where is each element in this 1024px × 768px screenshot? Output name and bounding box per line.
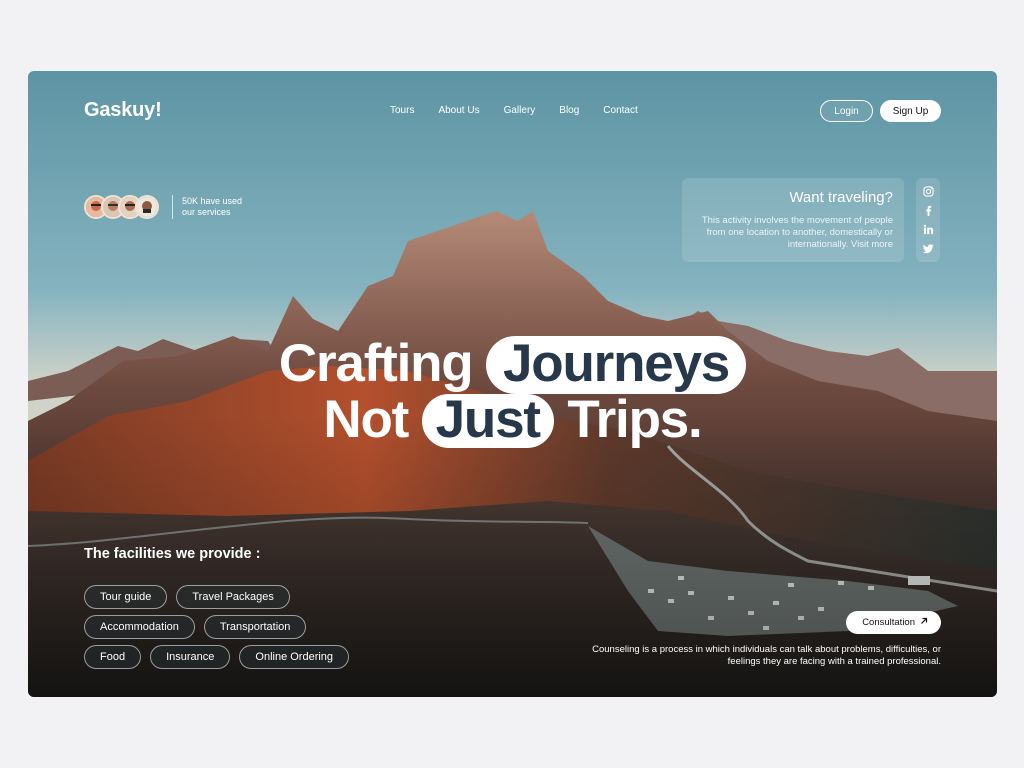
hero-section: Gaskuy! Tours About Us Gallery Blog Cont… <box>28 71 997 697</box>
nav-tours[interactable]: Tours <box>390 105 414 116</box>
brand-logo[interactable]: Gaskuy! <box>84 99 162 122</box>
tag-food[interactable]: Food <box>84 645 142 669</box>
headline-pill-journeys: Journeys <box>486 336 747 394</box>
nav-gallery[interactable]: Gallery <box>504 105 536 116</box>
signup-button[interactable]: Sign Up <box>880 100 941 122</box>
avatar <box>135 195 159 219</box>
info-title: Want traveling? <box>789 189 893 206</box>
tag-insurance[interactable]: Insurance <box>150 645 231 669</box>
users-count-text: 50K have used our services <box>182 196 243 217</box>
tag-row: Tour guide Travel Packages <box>84 585 404 609</box>
nav-blog[interactable]: Blog <box>559 105 579 116</box>
instagram-icon[interactable] <box>922 185 934 197</box>
facility-tags: Tour guide Travel Packages Accommodation… <box>84 585 404 675</box>
login-button[interactable]: Login <box>820 100 873 122</box>
twitter-icon[interactable] <box>922 243 934 255</box>
consultation-label: Consultation <box>862 617 915 628</box>
tag-online-ordering[interactable]: Online Ordering <box>239 645 350 669</box>
linkedin-icon[interactable] <box>922 224 934 236</box>
user-count-block: 50K have used our services <box>84 195 252 219</box>
info-card: Want traveling? This activity involves t… <box>682 178 904 262</box>
facebook-icon[interactable] <box>922 204 934 216</box>
main-nav: Tours About Us Gallery Blog Contact <box>390 105 638 116</box>
consultation-button[interactable]: Consultation <box>846 611 941 634</box>
tag-tour-guide[interactable]: Tour guide <box>84 585 168 609</box>
tag-accommodation[interactable]: Accommodation <box>84 615 195 639</box>
consultation-description: Counseling is a process in which individ… <box>592 644 941 667</box>
headline-pill-just: Just <box>421 393 554 448</box>
nav-contact[interactable]: Contact <box>603 105 637 116</box>
arrow-up-right-icon <box>920 617 928 628</box>
tag-travel-packages[interactable]: Travel Packages <box>176 585 290 609</box>
divider <box>172 195 173 219</box>
facilities-title: The facilities we provide : <box>84 546 261 562</box>
social-links <box>916 178 940 262</box>
info-body[interactable]: This activity involves the movement of p… <box>693 215 893 251</box>
tag-row: Food Insurance Online Ordering <box>84 645 404 669</box>
tag-row: Accommodation Transportation <box>84 615 404 639</box>
headline-line-2: Not Just Trips. <box>28 389 997 450</box>
headline-line-1: Crafting Journeys <box>28 333 997 394</box>
tag-transportation[interactable]: Transportation <box>203 615 307 639</box>
auth-buttons: Login Sign Up <box>820 100 941 122</box>
nav-about-us[interactable]: About Us <box>438 105 479 116</box>
headline-word-crafting: Crafting <box>278 334 474 393</box>
avatar-stack <box>84 195 159 219</box>
headline-word-not: Not <box>323 390 409 449</box>
headline-word-trips: Trips. <box>567 390 702 449</box>
